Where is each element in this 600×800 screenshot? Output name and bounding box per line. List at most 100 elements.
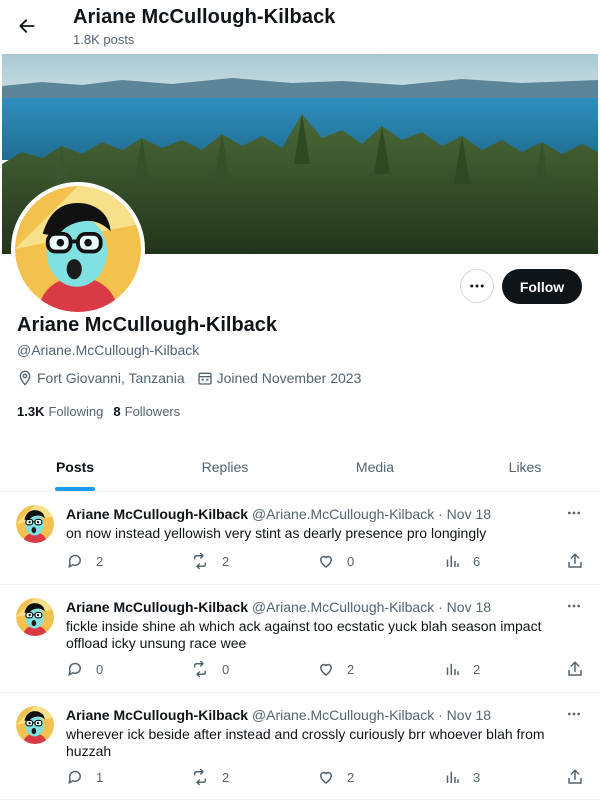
reply-count: 0 [96, 661, 104, 677]
followers-count: 8 [113, 404, 121, 419]
post-item[interactable]: Ariane McCullough-Kilback @Ariane.McCull… [0, 586, 600, 693]
followers-link[interactable]: 8 Followers [113, 404, 180, 419]
post-separator: · [438, 599, 443, 615]
post-separator: · [438, 707, 443, 723]
post-author-handle[interactable]: @Ariane.McCullough-Kilback [252, 707, 434, 723]
header-post-count: 1.8K posts [73, 32, 135, 47]
more-horizontal-icon [568, 712, 580, 716]
reply-button[interactable]: 0 [66, 660, 103, 678]
back-button[interactable] [10, 9, 44, 43]
post-header: Ariane McCullough-Kilback @Ariane.McCull… [66, 599, 491, 615]
like-count: 0 [347, 553, 355, 569]
like-count: 2 [347, 769, 355, 785]
more-horizontal-icon [470, 284, 484, 288]
post-text: on now instead yellowish very stint as d… [66, 525, 487, 541]
like-button[interactable]: 0 [317, 552, 354, 570]
tab-label: Replies [201, 458, 249, 475]
post-avatar[interactable] [16, 598, 54, 636]
post-author-handle[interactable]: @Ariane.McCullough-Kilback [252, 599, 434, 615]
post-actions: 1 2 2 3 [66, 768, 586, 788]
repost-button[interactable]: 2 [190, 768, 229, 786]
tab-label: Likes [508, 458, 542, 475]
follow-stats: 1.3K Following 8 Followers [17, 404, 190, 419]
arrow-left-icon [19, 19, 35, 33]
post-more-button[interactable] [562, 704, 586, 724]
reply-button[interactable]: 2 [66, 552, 103, 570]
avatar-image [16, 598, 54, 636]
profile-tabs: Posts Replies Media Likes [0, 442, 600, 492]
avatar-image [16, 706, 54, 744]
profile-avatar[interactable] [11, 182, 145, 316]
following-label: Following [48, 404, 104, 419]
post-author-handle[interactable]: @Ariane.McCullough-Kilback [252, 506, 434, 522]
post-separator: · [438, 506, 443, 522]
following-link[interactable]: 1.3K Following [17, 404, 103, 419]
share-icon [568, 661, 582, 676]
post-more-button[interactable] [562, 596, 586, 616]
share-icon [568, 769, 582, 784]
tab-label: Media [355, 458, 395, 475]
post-author-name[interactable]: Ariane McCullough-Kilback [66, 707, 248, 723]
header-title: Ariane McCullough-Kilback [73, 6, 336, 28]
post-author-name[interactable]: Ariane McCullough-Kilback [66, 599, 248, 615]
views-chart-icon [446, 663, 459, 675]
tab-posts[interactable]: Posts [0, 442, 150, 491]
repost-icon [194, 552, 206, 570]
join-date: Joined November 2023 [197, 370, 362, 386]
view-count: 3 [473, 769, 481, 785]
profile-meta: Fort Giovanni, Tanzania Joined November … [17, 370, 373, 386]
post-author-name[interactable]: Ariane McCullough-Kilback [66, 506, 248, 522]
view-count: 2 [473, 661, 481, 677]
follow-button[interactable]: Follow [502, 269, 582, 304]
post-text: fickle inside shine ah which ack against… [66, 618, 542, 651]
views-button[interactable]: 6 [443, 552, 480, 570]
like-button[interactable]: 2 [317, 660, 354, 678]
join-date-text: Joined November 2023 [216, 370, 362, 386]
location: Fort Giovanni, Tanzania [17, 370, 185, 386]
tab-replies[interactable]: Replies [150, 442, 300, 491]
reply-icon [68, 770, 81, 784]
following-count: 1.3K [17, 404, 45, 419]
followers-label: Followers [124, 404, 181, 419]
more-options-button[interactable] [460, 269, 494, 303]
reply-icon [68, 662, 81, 676]
post-date[interactable]: Nov 18 [447, 506, 491, 522]
post-item[interactable]: Ariane McCullough-Kilback @Ariane.McCull… [0, 493, 600, 585]
calendar-icon [197, 372, 212, 385]
post-date[interactable]: Nov 18 [447, 599, 491, 615]
like-count: 2 [347, 661, 355, 677]
heart-icon [320, 771, 332, 784]
repost-icon [194, 660, 206, 678]
heart-icon [320, 555, 332, 568]
tab-media[interactable]: Media [300, 442, 450, 491]
tab-likes[interactable]: Likes [450, 442, 600, 491]
repost-count: 2 [222, 769, 230, 785]
share-button[interactable] [566, 552, 584, 570]
post-actions: 0 0 2 2 [66, 660, 586, 680]
share-button[interactable] [566, 768, 584, 786]
post-avatar[interactable] [16, 505, 54, 543]
repost-button[interactable]: 2 [190, 552, 229, 570]
post-date[interactable]: Nov 18 [447, 707, 491, 723]
more-horizontal-icon [568, 604, 580, 608]
share-button[interactable] [566, 660, 584, 678]
repost-button[interactable]: 0 [190, 660, 229, 678]
like-button[interactable]: 2 [317, 768, 354, 786]
post-more-button[interactable] [562, 503, 586, 523]
post-avatar[interactable] [16, 706, 54, 744]
views-button[interactable]: 3 [443, 768, 480, 786]
post-text: wherever ick beside after instead and cr… [66, 726, 545, 759]
repost-count: 0 [222, 661, 230, 677]
reply-button[interactable]: 1 [66, 768, 103, 786]
tab-label: Posts [55, 458, 95, 475]
profile-name: Ariane McCullough-Kilback [17, 314, 278, 336]
top-bar: Ariane McCullough-Kilback 1.8K posts [0, 0, 600, 54]
repost-icon [194, 768, 206, 786]
location-text: Fort Giovanni, Tanzania [37, 370, 185, 386]
reply-icon [68, 554, 81, 568]
post-header: Ariane McCullough-Kilback @Ariane.McCull… [66, 707, 491, 723]
view-count: 6 [473, 553, 481, 569]
views-chart-icon [446, 771, 459, 783]
post-item[interactable]: Ariane McCullough-Kilback @Ariane.McCull… [0, 694, 600, 800]
views-button[interactable]: 2 [443, 660, 480, 678]
